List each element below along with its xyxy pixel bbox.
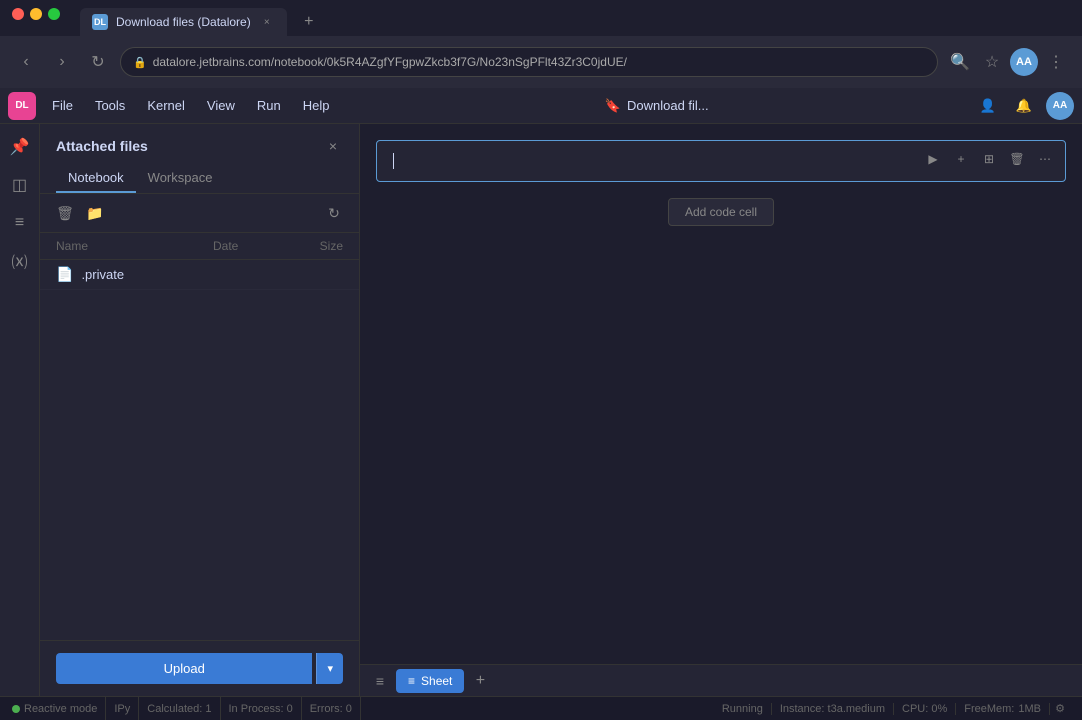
notebook-bookmark-icon: 🔖 bbox=[605, 98, 621, 114]
notebook-title-text: Download fil... bbox=[627, 98, 709, 113]
cell-add-button[interactable]: + bbox=[949, 147, 973, 171]
sheet-tab-active[interactable]: ≡ Sheet bbox=[396, 669, 464, 693]
status-calculated-label: Calculated: 1 bbox=[147, 703, 211, 715]
forward-button[interactable]: › bbox=[48, 48, 76, 76]
menu-help[interactable]: Help bbox=[293, 94, 340, 117]
file-list-header: Name Date Size bbox=[40, 233, 359, 260]
traffic-light-close[interactable] bbox=[12, 8, 24, 20]
folder-tool-button[interactable]: 📁 bbox=[82, 200, 108, 226]
sheet-tabs-bar: ≡ ≡ Sheet + bbox=[360, 664, 1082, 696]
sidebar-icon-pin[interactable]: 📌 bbox=[5, 132, 35, 162]
status-errors-label: Errors: 0 bbox=[310, 703, 352, 715]
file-item-name: .private bbox=[81, 267, 213, 282]
sidebar-icon-layers[interactable]: ◫ bbox=[5, 170, 35, 200]
status-calculated: Calculated: 1 bbox=[139, 697, 220, 720]
status-ipy: IPy bbox=[106, 697, 139, 720]
share-button[interactable]: 👤 bbox=[974, 92, 1002, 120]
sheet-menu-icon-inline: ≡ bbox=[408, 674, 415, 688]
add-sheet-button[interactable]: + bbox=[468, 669, 492, 693]
tab-title: Download files (Datalore) bbox=[116, 15, 251, 29]
notebook-area: ▶ + ⊞ 🗑 ⋯ Add code cell bbox=[360, 124, 1082, 696]
status-instance-label: Instance: t3a.medium bbox=[780, 703, 885, 715]
col-header-name: Name bbox=[56, 239, 213, 253]
status-cpu: CPU: 0% bbox=[894, 703, 956, 715]
back-button[interactable]: ‹ bbox=[12, 48, 40, 76]
col-header-date: Date bbox=[213, 239, 293, 253]
status-errors: Errors: 0 bbox=[302, 697, 361, 720]
cell-delete-button[interactable]: 🗑 bbox=[1005, 147, 1029, 171]
status-ipy-label: IPy bbox=[114, 703, 130, 715]
refresh-button[interactable]: ↻ bbox=[84, 48, 112, 76]
notebook-content: ▶ + ⊞ 🗑 ⋯ Add code cell bbox=[360, 124, 1082, 664]
file-item[interactable]: 📄 .private bbox=[40, 260, 359, 290]
app-logo: DL bbox=[8, 92, 36, 120]
sheet-menu-icon[interactable]: ≡ bbox=[368, 669, 392, 693]
file-item-icon: 📄 bbox=[56, 266, 73, 283]
tab-close-button[interactable]: × bbox=[259, 14, 275, 30]
status-in-process-label: In Process: 0 bbox=[229, 703, 293, 715]
url-text: datalore.jetbrains.com/notebook/0k5R4AZg… bbox=[153, 55, 925, 69]
upload-button[interactable]: Upload bbox=[56, 653, 312, 684]
file-panel-close-button[interactable]: × bbox=[323, 136, 343, 156]
cell-more-button[interactable]: ⋯ bbox=[1033, 147, 1057, 171]
status-freemem-label: FreeMem: bbox=[964, 703, 1014, 715]
menu-kernel[interactable]: Kernel bbox=[137, 94, 195, 117]
tab-workspace[interactable]: Workspace bbox=[136, 164, 225, 193]
lock-icon: 🔒 bbox=[133, 56, 147, 69]
file-panel: Attached files × Notebook Workspace 🗑 📁 … bbox=[40, 124, 360, 696]
sidebar-icons: 📌 ◫ ≡ ⒳ bbox=[0, 124, 40, 696]
sidebar-icon-variable[interactable]: ⒳ bbox=[5, 246, 35, 276]
tab-notebook[interactable]: Notebook bbox=[56, 164, 136, 193]
delete-tool-button[interactable]: 🗑 bbox=[52, 200, 78, 226]
user-avatar[interactable]: AA bbox=[1046, 92, 1074, 120]
browser-profile[interactable]: AA bbox=[1010, 48, 1038, 76]
new-tab-button[interactable]: + bbox=[295, 8, 323, 36]
sheet-tab-label: Sheet bbox=[421, 674, 452, 688]
status-settings-button[interactable]: ⚙ bbox=[1050, 699, 1070, 719]
file-panel-title: Attached files bbox=[56, 138, 148, 154]
app-menu-bar: DL File Tools Kernel View Run Help 🔖 Dow… bbox=[0, 88, 1082, 124]
status-reactive-label: Reactive mode bbox=[24, 703, 97, 715]
add-code-cell-button[interactable]: Add code cell bbox=[668, 198, 774, 226]
status-bar: Reactive mode IPy Calculated: 1 In Proce… bbox=[0, 696, 1082, 720]
tab-favicon: DL bbox=[92, 14, 108, 30]
browser-menu-button[interactable]: ⋮ bbox=[1042, 48, 1070, 76]
upload-dropdown-button[interactable]: ▾ bbox=[316, 653, 343, 684]
menu-run[interactable]: Run bbox=[247, 94, 291, 117]
cell-run-button[interactable]: ▶ bbox=[921, 147, 945, 171]
code-cell[interactable]: ▶ + ⊞ 🗑 ⋯ bbox=[376, 140, 1066, 182]
status-running: Running bbox=[722, 703, 772, 715]
status-in-process: In Process: 0 bbox=[221, 697, 302, 720]
refresh-tool-button[interactable]: ↻ bbox=[321, 200, 347, 226]
browser-tab-active[interactable]: DL Download files (Datalore) × bbox=[80, 8, 287, 36]
text-cursor bbox=[393, 153, 394, 169]
cell-split-button[interactable]: ⊞ bbox=[977, 147, 1001, 171]
status-right: Running Instance: t3a.medium CPU: 0% Fre… bbox=[722, 699, 1070, 719]
status-running-label: Running bbox=[722, 703, 763, 715]
menu-file[interactable]: File bbox=[42, 94, 83, 117]
traffic-light-fullscreen[interactable] bbox=[48, 8, 60, 20]
status-freemem-val: 1MB bbox=[1018, 703, 1041, 715]
sidebar-icon-list[interactable]: ≡ bbox=[5, 208, 35, 238]
status-cpu-label: CPU: 0% bbox=[902, 703, 947, 715]
status-dot-green bbox=[12, 705, 20, 713]
status-reactive-mode: Reactive mode bbox=[12, 697, 106, 720]
search-button[interactable]: 🔍 bbox=[946, 48, 974, 76]
panel-tabs: Notebook Workspace bbox=[40, 164, 359, 194]
status-instance: Instance: t3a.medium bbox=[772, 703, 894, 715]
bell-button[interactable]: 🔔 bbox=[1010, 92, 1038, 120]
status-freemem: FreeMem: 1MB bbox=[956, 703, 1050, 715]
add-cell-container: Add code cell bbox=[376, 198, 1066, 226]
file-list: 📄 .private bbox=[40, 260, 359, 640]
cell-toolbar: ▶ + ⊞ 🗑 ⋯ bbox=[921, 147, 1057, 171]
notebook-title-container: 🔖 Download fil... bbox=[605, 98, 709, 114]
address-bar[interactable]: 🔒 datalore.jetbrains.com/notebook/0k5R4A… bbox=[120, 47, 938, 77]
menu-view[interactable]: View bbox=[197, 94, 245, 117]
bookmark-button[interactable]: ☆ bbox=[978, 48, 1006, 76]
panel-toolbar: 🗑 📁 ↻ bbox=[40, 194, 359, 233]
panel-footer: Upload ▾ bbox=[40, 640, 359, 696]
menu-tools[interactable]: Tools bbox=[85, 94, 135, 117]
col-header-size: Size bbox=[293, 239, 343, 253]
traffic-light-minimize[interactable] bbox=[30, 8, 42, 20]
